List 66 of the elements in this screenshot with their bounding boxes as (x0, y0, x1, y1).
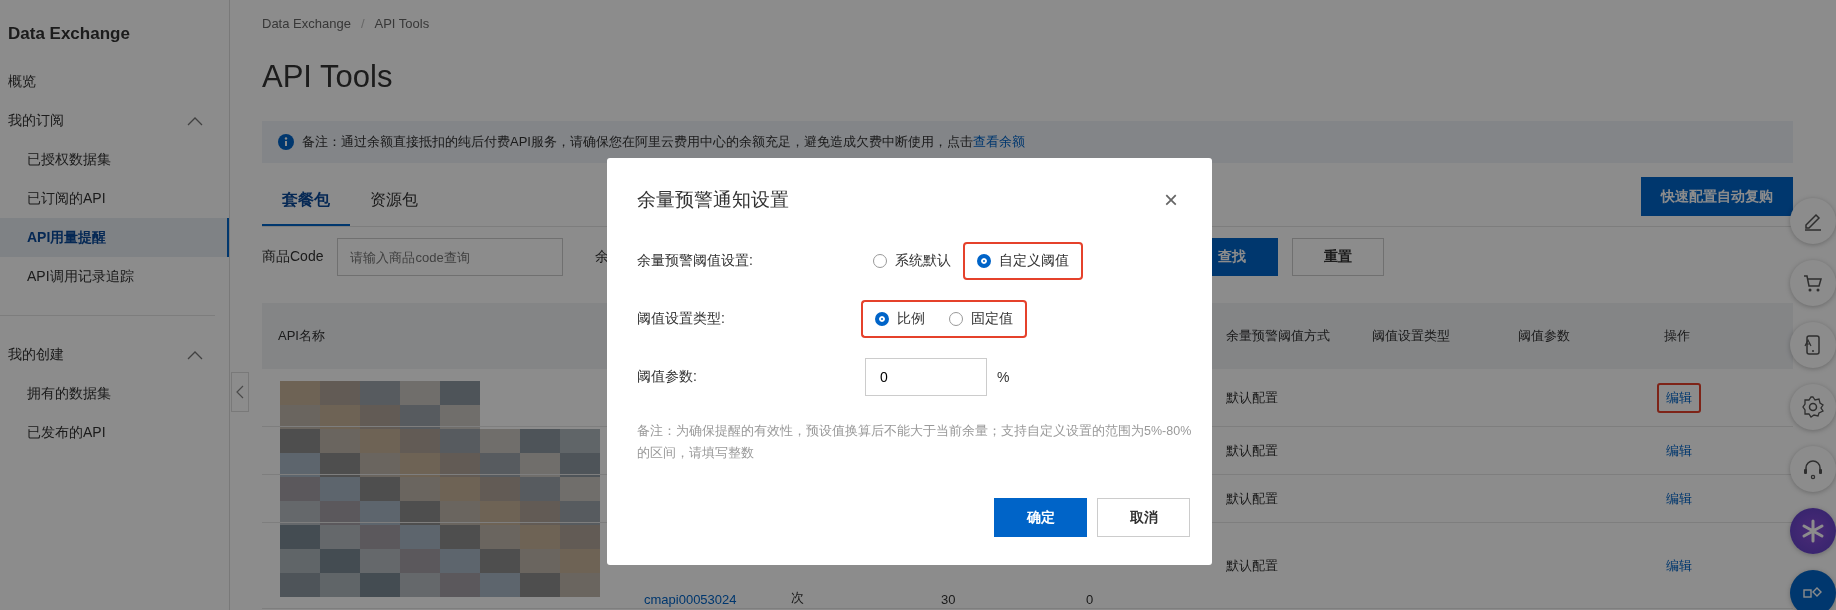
balance-link[interactable]: 查看余额 (972, 134, 1025, 149)
sidebar-item[interactable]: API调用记录追踪 (0, 257, 229, 296)
field-label: 阈值设置类型: (637, 310, 726, 328)
threshold-input[interactable]: 0 (865, 358, 987, 396)
column-header: API名称 (277, 327, 326, 345)
field-label: 余量预警阈值设置: (637, 252, 754, 270)
radio-option[interactable]: 比例 (861, 300, 937, 338)
sidebar-item[interactable]: 我的订阅 (0, 101, 229, 140)
sidebar-item[interactable]: 我的创建 (0, 335, 229, 374)
breadcrumb-current: API Tools (374, 16, 430, 31)
collapse-handle[interactable] (231, 372, 249, 412)
radio-option[interactable]: 自定义阈值 (963, 242, 1083, 280)
table-cell-text: 默认配置 (1225, 490, 1279, 508)
headset-icon[interactable] (1790, 446, 1836, 492)
chevron-icon (236, 385, 244, 399)
unit-label: % (997, 369, 1010, 385)
cancel-button[interactable]: 取消 (1097, 498, 1190, 537)
api-code-link[interactable]: cmapi00053024 (644, 592, 737, 607)
confirm-button[interactable]: 确定 (994, 498, 1087, 537)
info-icon (278, 134, 294, 150)
code-input[interactable]: 请输入商品code查询 (337, 238, 564, 276)
notice-text: 备注：通过余额直接抵扣的纯后付费API服务，请确保您在阿里云费用中心的余额充足，避免造成欠费中断使用，点击查看余额 (302, 133, 1025, 151)
field-label: 阈值参数: (637, 368, 698, 386)
edit-link[interactable]: 编辑 (1657, 383, 1701, 413)
sidebar-item[interactable]: 已订阅的API (0, 179, 229, 218)
edit-link[interactable]: 编辑 (1657, 484, 1701, 514)
edit-link[interactable]: 编辑 (1657, 436, 1701, 466)
sidebar-item[interactable]: 已授权数据集 (0, 140, 229, 179)
tab[interactable]: 资源包 (350, 178, 438, 226)
table-cell-text: 次 (790, 589, 805, 607)
breadcrumb-separator: / (360, 16, 365, 31)
settings-icon[interactable] (1790, 384, 1836, 430)
reset-button[interactable]: 重置 (1292, 238, 1384, 276)
radio-option[interactable]: 固定值 (937, 300, 1027, 338)
sidebar-item[interactable]: API用量提醒 (0, 218, 229, 257)
table-cell-text: 0 (1085, 591, 1095, 609)
edit-link[interactable]: 编辑 (1657, 551, 1701, 581)
breadcrumb-link[interactable]: Data Exchange (262, 16, 351, 31)
column-header: 操作 (1663, 327, 1691, 345)
column-header: 阈值参数 (1517, 327, 1571, 345)
sidebar-item[interactable]: 已发布的API (0, 413, 229, 452)
radio-option[interactable]: 系统默认 (861, 242, 963, 280)
column-header: 阈值设置类型 (1371, 327, 1451, 345)
tab[interactable]: 套餐包 (262, 178, 350, 226)
chevron-icon (187, 115, 203, 126)
table-cell-text: 30 (940, 591, 957, 609)
page-title: API Tools (262, 59, 394, 95)
cart-icon[interactable] (1790, 260, 1836, 306)
table-cell-text: 默认配置 (1225, 389, 1279, 407)
filter-label: 余 (595, 248, 610, 266)
table-cell-text: 默认配置 (1225, 557, 1279, 575)
sidebar-item[interactable]: 概览 (0, 62, 229, 101)
table-cell-text: 默认配置 (1225, 442, 1279, 460)
sidebar-item[interactable]: 拥有的数据集 (0, 374, 229, 413)
filter-label: 商品Code (262, 248, 324, 266)
apps-icon[interactable] (1790, 570, 1836, 610)
sidebar-title: Data Exchange (7, 24, 131, 45)
app-icon[interactable] (1790, 322, 1836, 368)
dialog-title: 余量预警通知设置 (637, 188, 789, 212)
quick-config-button[interactable]: 快速配置自动复购 (1641, 177, 1793, 216)
edit-pen-icon[interactable] (1790, 198, 1836, 244)
chevron-icon (187, 349, 203, 360)
note-text: 备注：为确保提醒的有效性，预设值换算后不能大于当前余量；支持自定义设置的范围为5%-80%的区间，请填写整数 (637, 423, 1192, 462)
close-button[interactable]: × (1160, 186, 1182, 214)
assistant-icon[interactable] (1790, 508, 1836, 554)
column-header: 余量预警阈值方式 (1225, 327, 1331, 345)
